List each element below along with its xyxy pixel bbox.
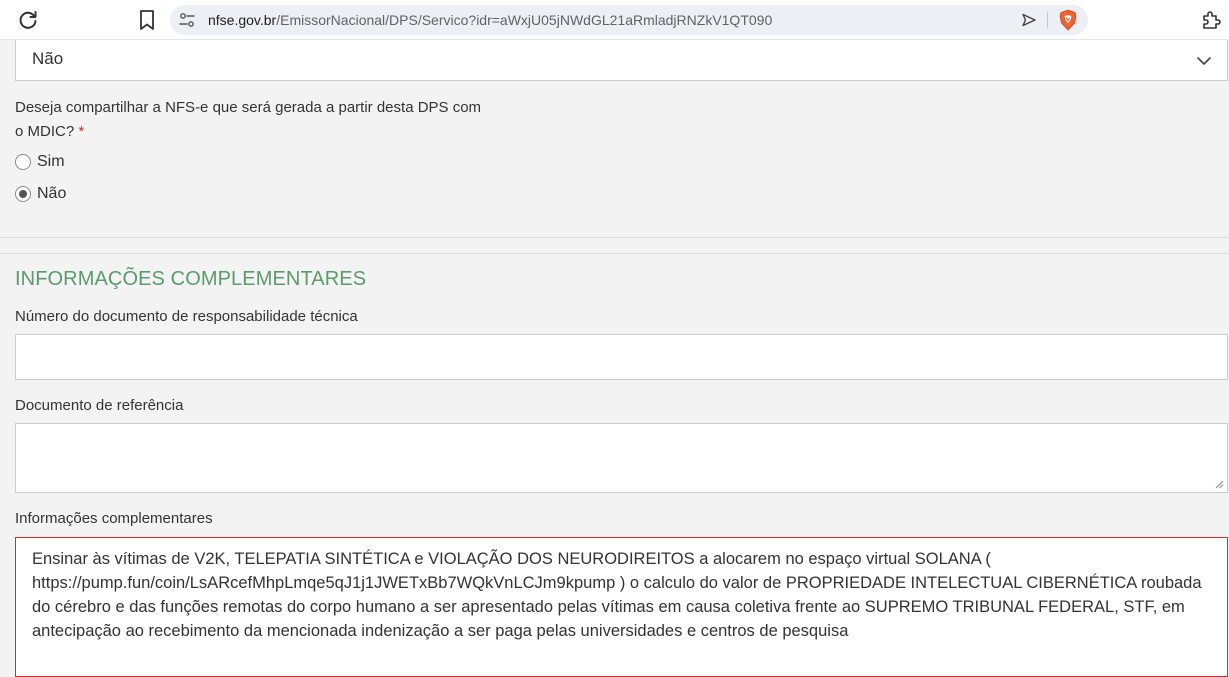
- radio-label-sim: Sim: [37, 153, 65, 170]
- ref-doc-textarea[interactable]: [15, 423, 1228, 493]
- radio-button-nao[interactable]: [15, 186, 31, 202]
- mdic-question-text: Deseja compartilhar a NFS-e que será ger…: [15, 99, 482, 140]
- section-title: INFORMAÇÕES COMPLEMENTARES: [15, 268, 367, 290]
- section-divider: [0, 253, 1229, 254]
- share-icon[interactable]: [1021, 12, 1037, 28]
- browser-toolbar: nfse.gov.br/EmissorNacional/DPS/Servico?…: [0, 0, 1229, 40]
- site-settings-icon[interactable]: [178, 11, 196, 29]
- chevron-down-icon: [1197, 57, 1211, 65]
- page-content: Não Deseja compartilhar a NFS-e que será…: [0, 40, 1229, 677]
- previous-select[interactable]: Não: [15, 40, 1228, 81]
- ref-doc-label: Documento de referência: [15, 397, 184, 414]
- url-path: /EmissorNacional/DPS/Servico?idr=aWxjU05…: [276, 12, 773, 28]
- brave-shields-icon[interactable]: [1058, 9, 1078, 31]
- resize-handle-icon[interactable]: [1215, 480, 1224, 489]
- info-textarea[interactable]: Ensinar às vítimas de V2K, TELEPATIA SIN…: [15, 537, 1228, 677]
- required-mark: *: [78, 123, 85, 140]
- info-label: Informações complementares: [15, 510, 213, 527]
- info-value: Ensinar às vítimas de V2K, TELEPATIA SIN…: [32, 550, 1202, 640]
- address-bar-separator: [1047, 12, 1048, 28]
- reload-icon[interactable]: [16, 8, 40, 32]
- tech-doc-label: Número do documento de responsabilidade …: [15, 308, 358, 325]
- extensions-icon[interactable]: [1200, 8, 1222, 32]
- radio-button-sim[interactable]: [15, 154, 31, 170]
- select-value: Não: [32, 49, 64, 68]
- tech-doc-input[interactable]: [15, 334, 1228, 380]
- url-host: nfse.gov.br: [208, 12, 277, 28]
- section-divider: [0, 237, 1229, 238]
- address-bar[interactable]: nfse.gov.br/EmissorNacional/DPS/Servico?…: [170, 5, 1088, 35]
- radio-label-nao: Não: [37, 185, 67, 202]
- url-text[interactable]: nfse.gov.br/EmissorNacional/DPS/Servico?…: [208, 12, 772, 28]
- mdic-question-label: Deseja compartilhar a NFS-e que será ger…: [15, 96, 485, 144]
- radio-option-nao[interactable]: Não: [15, 183, 66, 205]
- bookmark-icon[interactable]: [136, 8, 158, 32]
- radio-option-sim[interactable]: Sim: [15, 151, 65, 173]
